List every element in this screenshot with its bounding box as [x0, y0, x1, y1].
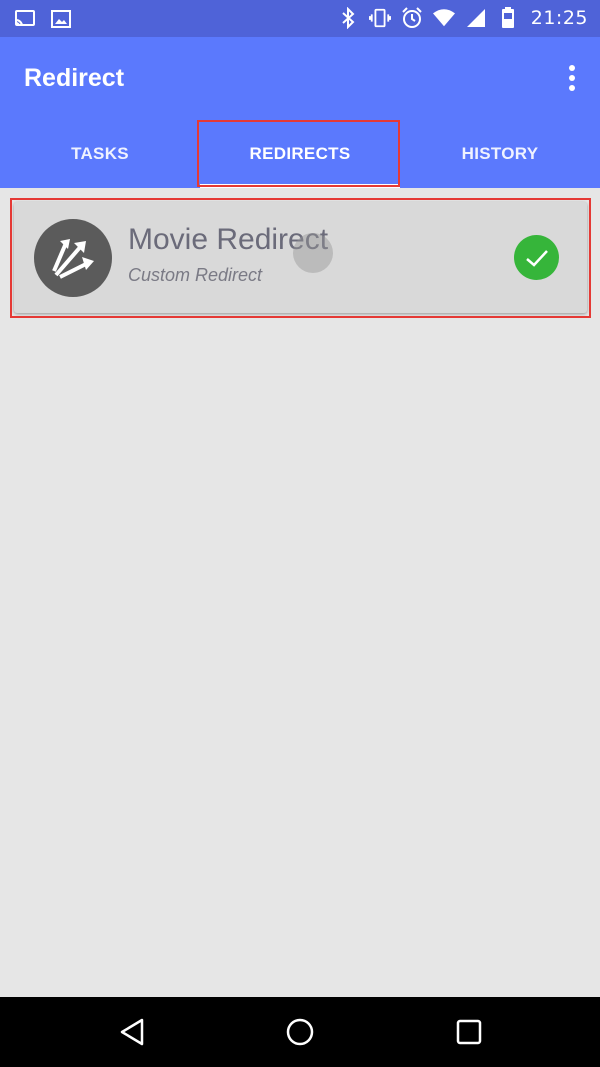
redirect-subtitle: Custom Redirect [128, 265, 263, 285]
cast-icon [14, 8, 36, 30]
more-vert-icon[interactable] [560, 61, 584, 95]
bluetooth-icon [337, 7, 359, 29]
recents-icon[interactable] [451, 1014, 487, 1050]
vibrate-icon [368, 7, 391, 29]
app-bar: Redirect TASKS REDIRECTS HISTORY [0, 37, 600, 188]
clock-time: 21:25 [530, 7, 588, 29]
battery-icon [497, 7, 519, 29]
app-title: Redirect [24, 64, 125, 92]
system-nav-bar [0, 997, 600, 1067]
alarm-icon [401, 7, 423, 29]
touch-ripple [293, 233, 333, 273]
home-icon[interactable] [282, 1014, 318, 1050]
check-icon[interactable] [514, 235, 559, 280]
tab-redirects-label: REDIRECTS [249, 143, 351, 163]
status-bar: 21:25 [0, 0, 600, 37]
tab-tasks[interactable]: TASKS [0, 119, 200, 188]
signal-icon [465, 7, 487, 29]
tab-indicator [200, 184, 400, 188]
redirect-card[interactable]: Movie Redirect Custom Redirect [14, 202, 587, 313]
tab-redirects[interactable]: REDIRECTS [200, 119, 400, 188]
back-icon[interactable] [114, 1014, 150, 1050]
tab-bar: TASKS REDIRECTS HISTORY [0, 119, 600, 188]
redirect-arrows-icon [34, 219, 112, 297]
image-icon [50, 8, 72, 30]
wifi-icon [432, 7, 455, 29]
tab-history[interactable]: HISTORY [400, 119, 600, 188]
